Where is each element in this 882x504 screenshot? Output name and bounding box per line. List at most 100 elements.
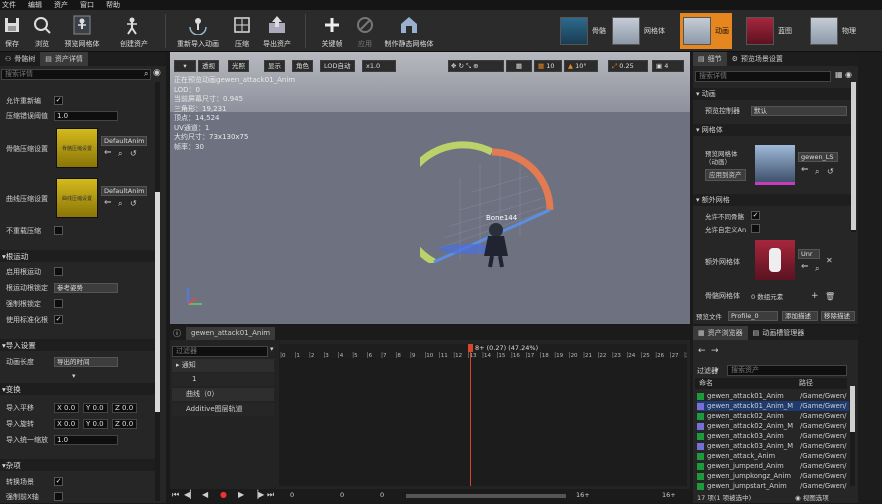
rotation-snap-button[interactable]: ▲ 10° <box>564 60 598 72</box>
menu-window[interactable]: 窗口 <box>80 0 94 10</box>
transform-header[interactable]: ▾ 变换 <box>0 383 160 395</box>
mode-animation[interactable]: 动画 <box>680 13 732 49</box>
arrow-left-icon[interactable]: ⇐ <box>801 262 809 272</box>
export-asset-button[interactable]: 导出资产 <box>260 11 294 51</box>
curve-compression-dropdown[interactable]: DefaultAnim <box>101 186 147 196</box>
column-path[interactable]: 路径 <box>799 378 813 389</box>
allow-custom-anim-checkbox[interactable] <box>751 224 760 233</box>
bone-compression-thumbnail[interactable]: 骨骼压缩设置 <box>56 128 98 168</box>
translation-y-input[interactable]: Y 0.0 <box>83 403 108 413</box>
asset-row[interactable]: gewen_jumpkongz_Anim/Game/Gwen/ <box>697 471 849 481</box>
mode-mesh[interactable]: 网格体 <box>612 13 665 49</box>
filter-dropdown-icon[interactable]: ▾ <box>270 345 274 353</box>
lighting-button[interactable]: 光照 <box>228 60 249 72</box>
search-icon[interactable]: ⌕ <box>815 167 819 177</box>
asset-row[interactable]: gewen_attack02_Anim_M/Game/Gwen/ <box>697 421 849 431</box>
timeline-track-area[interactable] <box>279 358 687 486</box>
create-asset-button[interactable]: 创建资产 <box>114 11 154 51</box>
import-settings-header[interactable]: ▾ 导入设置 <box>0 339 160 351</box>
timeline-scrollbar[interactable] <box>406 494 566 498</box>
column-name[interactable]: 命名 <box>699 378 713 389</box>
convert-scene-checkbox[interactable]: ✓ <box>54 477 63 486</box>
track-additive-layer[interactable]: Additive图层轨道 <box>172 403 274 416</box>
allow-different-skeleton-checkbox[interactable]: ✓ <box>751 211 760 220</box>
lod-button[interactable]: LOD自动 <box>320 60 355 72</box>
close-icon[interactable]: ✕ <box>826 256 833 265</box>
translation-z-input[interactable]: Z 0.0 <box>112 403 137 413</box>
rotation-z-input[interactable]: Z 0.0 <box>112 419 137 429</box>
add-description-button[interactable]: 添加描述 <box>782 311 818 321</box>
tab-anim-slot-manager[interactable]: ▤ 动画槽管理器 <box>748 326 810 340</box>
play-icon[interactable]: ▶ <box>238 490 244 499</box>
make-static-mesh-button[interactable]: 制作静态网格体 <box>380 11 438 51</box>
track-notifies[interactable]: ▸ 通知 <box>172 359 274 372</box>
show-button[interactable]: 显示 <box>264 60 285 72</box>
playback-speed-button[interactable]: x1.0 <box>362 60 396 72</box>
extra-mesh-header[interactable]: ▾ 额外网格 <box>693 194 853 206</box>
apply-button[interactable]: 应用 <box>354 11 376 51</box>
anim-length-dropdown[interactable]: 导出的时间 <box>54 357 118 367</box>
forward-arrow-icon[interactable]: → <box>711 346 719 356</box>
asset-row[interactable]: gewen_attack01_Anim_M/Game/Gwen/ <box>697 401 849 411</box>
no-compress-checkbox[interactable] <box>54 226 63 235</box>
keyframe-button[interactable]: 关键帧 <box>318 11 346 51</box>
record-icon[interactable]: ● <box>220 490 227 499</box>
asset-row[interactable]: gewen_attack_Anim/Game/Gwen/ <box>697 451 849 461</box>
track-notify-1[interactable]: 1 <box>172 373 274 386</box>
preview-mesh-button[interactable]: 预览网格体 <box>62 11 102 51</box>
menu-help[interactable]: 帮助 <box>106 0 120 10</box>
filter-dropdown-icon[interactable]: ▾ <box>715 366 719 374</box>
to-end-icon[interactable]: ⏭ <box>267 490 274 500</box>
rotation-x-input[interactable]: X 0.0 <box>54 419 79 429</box>
mode-physics[interactable]: 物理 <box>810 13 856 49</box>
viewport-menu-button[interactable]: ▾ <box>174 60 196 72</box>
reset-icon[interactable]: ↺ <box>130 199 137 208</box>
world-icon[interactable]: ⊕ <box>473 62 478 70</box>
asset-row[interactable]: gewen_attack03_Anim/Game/Gwen/ <box>697 431 849 441</box>
transform-tools[interactable]: ✥ ↻ ⤡ ⊕ <box>448 60 504 72</box>
asset-row[interactable]: gewen_jumpstart_Anim/Game/Gwen/ <box>697 481 849 491</box>
asset-scrollbar[interactable] <box>850 386 855 486</box>
surface-snap-button[interactable]: ▦ <box>506 60 532 72</box>
uniform-scale-input[interactable]: 1.0 <box>54 435 118 445</box>
view-options-button[interactable]: ◉ 视图选项 <box>795 492 829 502</box>
track-curves[interactable]: 曲线（0） <box>172 388 274 401</box>
tab-anim-sequence[interactable]: gewen_attack01_Anim <box>186 327 276 340</box>
details-search-input[interactable]: 搜索详情 <box>1 69 151 80</box>
arrow-left-icon[interactable]: ⇐ <box>801 165 809 175</box>
animation-header[interactable]: ▾ 动画 <box>693 88 853 100</box>
extra-mesh-dropdown[interactable]: Unr <box>798 249 820 259</box>
timeline-ruler[interactable]: 8+ (0.27) (47.24%) 0 1 2 3 4 5 6 7 8 9 10 11 12 13 14 1… <box>279 344 687 358</box>
scrollbar[interactable] <box>155 82 160 501</box>
tab-asset-details[interactable]: ▤ 资产详情 <box>40 52 88 66</box>
grid-snap-button[interactable]: ▦ 10 <box>534 60 562 72</box>
root-lock-dropdown[interactable]: 参考姿势 <box>54 283 118 293</box>
reimport-button[interactable]: 重新导入动画 <box>172 11 224 51</box>
arrow-left-icon[interactable]: ⇐ <box>104 148 112 158</box>
remove-description-button[interactable]: 移除描述 <box>821 311 855 321</box>
preview-controller-dropdown[interactable]: 默认 <box>751 106 847 116</box>
tab-details[interactable]: ▤ 细节 <box>693 52 727 66</box>
asset-row[interactable]: gewen_attack02_Anim/Game/Gwen/ <box>697 411 849 421</box>
menu-edit[interactable]: 编辑 <box>28 0 42 10</box>
mode-blueprint[interactable]: 蓝图 <box>746 13 792 49</box>
details-search-input[interactable]: 搜索详情 <box>695 71 831 82</box>
apply-to-asset-button[interactable]: 应用到资产 <box>705 169 746 181</box>
menu-file[interactable]: 文件 <box>2 0 16 10</box>
normalized-root-scale-checkbox[interactable]: ✓ <box>54 315 63 324</box>
eye-icon[interactable]: ◉ <box>845 70 852 79</box>
back-arrow-icon[interactable]: ← <box>698 346 706 356</box>
info-icon[interactable]: ⓘ <box>173 328 181 339</box>
mode-skeleton[interactable]: 骨骼 <box>560 13 606 49</box>
grid-view-icon[interactable]: ▦ <box>835 70 843 79</box>
save-button[interactable]: 保存 <box>2 11 22 51</box>
expand-arrow-icon[interactable]: ▾ <box>72 372 76 380</box>
search-icon[interactable]: ⌕ <box>815 264 819 274</box>
camera-speed-button[interactable]: ▣ 4 <box>652 60 684 72</box>
to-start-icon[interactable]: ⏮ <box>172 490 179 500</box>
tab-preview-scene-settings[interactable]: ⚙ 预览场景设置 <box>727 52 788 66</box>
curve-compression-thumbnail[interactable]: 曲线压缩设置 <box>56 178 98 218</box>
tab-asset-browser[interactable]: ▦ 资产浏览器 <box>693 326 748 340</box>
step-back-icon[interactable]: ◀▏ <box>184 490 196 499</box>
mesh-header[interactable]: ▾ 网格体 <box>693 124 853 136</box>
